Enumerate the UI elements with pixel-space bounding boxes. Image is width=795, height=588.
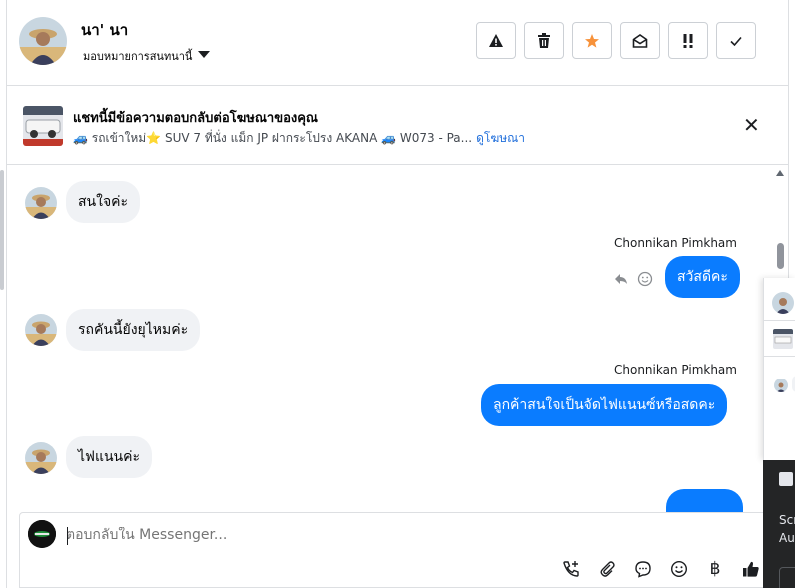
left-panel-edge <box>0 170 4 290</box>
notification-title: Scr <box>779 513 795 527</box>
outgoing-message-partial[interactable] <box>666 489 743 513</box>
side-popup-panel <box>763 278 795 460</box>
page-avatar <box>28 520 56 548</box>
conversation-header: นา' นา มอบหมายการสนทนานี้ <box>7 0 788 86</box>
react-emoji-icon[interactable] <box>637 271 653 291</box>
popup-divider <box>764 320 795 321</box>
delete-button[interactable] <box>524 22 564 59</box>
contact-avatar-small <box>25 442 57 474</box>
envelope-open-icon <box>632 33 648 48</box>
scroll-up-arrow[interactable] <box>776 170 784 176</box>
contact-avatar-small <box>25 314 57 346</box>
incoming-message[interactable]: รถคันนี้ยังยุไหมค่ะ <box>66 309 201 351</box>
star-button[interactable] <box>572 22 612 59</box>
popup-ad-thumbnail <box>773 329 793 349</box>
conversation-toolbar <box>476 22 756 59</box>
ad-description: 🚙 รถเข้าใหม่⭐ SUV 7 ที่นั่ง แม็ก JP ฝากร… <box>73 131 473 145</box>
follow-up-button[interactable] <box>668 22 708 59</box>
ad-thumbnail[interactable] <box>23 106 63 146</box>
trash-icon <box>538 32 550 48</box>
close-icon[interactable]: ✕ <box>743 115 760 135</box>
scrollbar-thumb[interactable] <box>777 243 784 269</box>
saved-reply-icon[interactable] <box>633 559 653 579</box>
outgoing-message[interactable]: ลูกค้าสนใจเป็นจัดไฟแนนซ์หรือสดคะ <box>481 384 728 426</box>
assign-conversation-dropdown[interactable]: มอบหมายการสนทนานี้ <box>83 47 211 65</box>
popup-avatar <box>772 292 794 314</box>
reply-icon[interactable] <box>614 271 628 289</box>
popup-avatar-small <box>774 378 788 392</box>
incoming-message[interactable]: ไฟแนนค่ะ <box>66 436 153 478</box>
notification-subtitle: Au <box>779 531 795 545</box>
incoming-message[interactable]: สนใจค่ะ <box>66 181 141 223</box>
thumbs-up-icon[interactable] <box>741 559 761 579</box>
contact-name: นา' นา <box>81 21 129 39</box>
popup-divider <box>764 356 795 357</box>
contact-avatar-small <box>25 187 57 219</box>
attachment-icon[interactable] <box>597 559 617 579</box>
ad-banner-subtitle: 🚙 รถเข้าใหม่⭐ SUV 7 ที่นั่ง แม็ก JP ฝากร… <box>73 129 525 148</box>
outgoing-message[interactable]: สวัสดีคะ <box>665 256 740 298</box>
reply-input[interactable] <box>66 527 666 543</box>
warning-icon <box>489 33 503 47</box>
notification-action[interactable] <box>779 567 795 588</box>
star-icon <box>585 33 599 48</box>
notification-app-icon <box>779 472 793 486</box>
ad-banner-title: แชทนี้มีข้อความตอบกลับต่อโฆษณาของคุณ <box>73 111 318 126</box>
caret-down-icon <box>198 50 211 58</box>
mark-unread-button[interactable] <box>620 22 660 59</box>
message-composer: ฿ <box>19 512 777 588</box>
check-icon <box>730 36 742 46</box>
contact-avatar[interactable] <box>19 17 67 65</box>
payment-baht-icon[interactable]: ฿ <box>705 559 725 579</box>
side-notification-panel: Scr Au <box>763 460 795 588</box>
emoji-icon[interactable] <box>669 559 689 579</box>
view-ad-link[interactable]: ดูโฆษณา <box>476 131 525 145</box>
composer-actions: ฿ <box>561 559 761 579</box>
mark-done-button[interactable] <box>716 22 756 59</box>
spam-button[interactable] <box>476 22 516 59</box>
ad-reply-banner: แชทนี้มีข้อความตอบกลับต่อโฆษณาของคุณ 🚙 ร… <box>7 87 788 165</box>
exclamation-icon <box>683 33 693 48</box>
call-add-icon[interactable] <box>561 559 581 579</box>
assign-label: มอบหมายการสนทนานี้ <box>83 50 193 63</box>
sender-name: Chonnikan Pimkham <box>614 236 737 250</box>
sender-name: Chonnikan Pimkham <box>614 363 737 377</box>
text-cursor <box>67 527 68 545</box>
